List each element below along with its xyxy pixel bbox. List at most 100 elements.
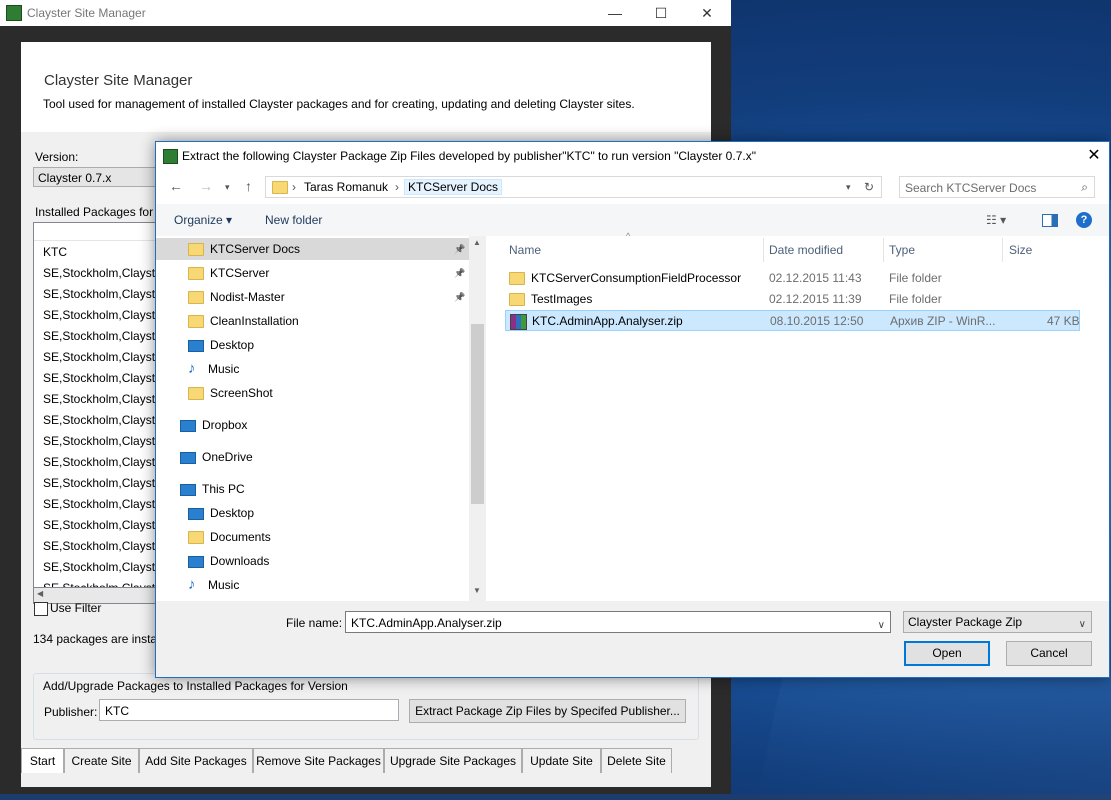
dialog-bottom-panel: File name: KTC.AdminApp.Analyser.zip ∨ C…	[156, 601, 1109, 677]
package-list-item[interactable]: SE,Stockholm,Clayste	[43, 350, 162, 364]
address-dropdown-icon[interactable]: ▾	[846, 182, 851, 193]
folder-icon	[188, 387, 204, 401]
nav-item-ktcserver[interactable]: KTCServer 📌	[156, 262, 469, 284]
open-button[interactable]: Open	[904, 641, 990, 666]
file-type-dropdown-icon[interactable]: ∨	[1079, 615, 1086, 635]
nav-item-music[interactable]: ♪ Music	[156, 358, 469, 380]
music-icon: ♪	[188, 576, 196, 593]
app-icon	[6, 5, 22, 21]
file-list-pane[interactable]: ^ Name Date modified Type Size KTCServer…	[496, 231, 1109, 601]
documents-icon	[188, 531, 204, 545]
scrollbar-thumb[interactable]	[471, 324, 484, 504]
package-list-item[interactable]: SE,Stockholm,Clayste	[43, 413, 162, 427]
package-list-item[interactable]: SE,Stockholm,Clayste	[43, 266, 162, 280]
view-options-icon[interactable]: ☷ ▾	[986, 213, 1006, 227]
package-list-item[interactable]: SE,Stockholm,Clayste	[43, 392, 162, 406]
dialog-title-bar[interactable]: Extract the following Clayster Package Z…	[156, 142, 1109, 170]
downloads-icon	[188, 555, 204, 568]
file-row[interactable]: KTCServerConsumptionFieldProcessor 02.12.…	[505, 268, 1080, 289]
pin-icon[interactable]: 📌	[454, 238, 465, 260]
nav-item-music[interactable]: ♪ Music	[156, 574, 469, 596]
nav-item-dropbox[interactable]: Dropbox	[156, 414, 469, 436]
column-header-type[interactable]: Type	[889, 243, 915, 257]
package-list-item[interactable]: SE,Stockholm,Clayste	[43, 287, 162, 301]
version-combo[interactable]: Clayster 0.7.x	[33, 167, 163, 187]
nav-item-desktop[interactable]: Desktop	[156, 502, 469, 524]
main-title-bar[interactable]: Clayster Site Manager — ☐ ✕	[0, 0, 731, 26]
scroll-left-icon[interactable]: ◀	[37, 589, 43, 598]
tab-create-site[interactable]: Create Site	[64, 748, 139, 773]
organize-button[interactable]: Organize ▾	[174, 213, 232, 227]
nav-item-onedrive[interactable]: OneDrive	[156, 446, 469, 468]
file-row[interactable]: KTC.AdminApp.Analyser.zip 08.10.2015 12:5…	[505, 310, 1080, 331]
tab-upgrade-site-packages[interactable]: Upgrade Site Packages	[384, 748, 522, 773]
nav-item-desktop[interactable]: Desktop	[156, 334, 469, 356]
minimize-button[interactable]: —	[592, 0, 638, 26]
file-row[interactable]: TestImages 02.12.2015 11:39 File folder	[505, 289, 1080, 310]
search-box[interactable]: Search KTCServer Docs ⌕	[899, 176, 1095, 198]
extract-package-button[interactable]: Extract Package Zip Files by Specifed Pu…	[409, 699, 686, 723]
dialog-close-button[interactable]: ✕	[1079, 142, 1109, 170]
cancel-button[interactable]: Cancel	[1006, 641, 1092, 666]
package-list-item[interactable]: SE,Stockholm,Clayste	[43, 371, 162, 385]
recent-locations-chevron-icon[interactable]: ▾	[225, 182, 230, 193]
search-icon[interactable]: ⌕	[1081, 180, 1088, 195]
maximize-button[interactable]: ☐	[638, 0, 684, 26]
package-list-item[interactable]: KTC	[43, 245, 67, 259]
navigation-pane-scrollbar[interactable]: ▲ ▼	[469, 236, 486, 601]
scroll-down-icon[interactable]: ▼	[473, 586, 481, 595]
filename-input[interactable]: KTC.AdminApp.Analyser.zip ∨	[345, 611, 891, 633]
file-name-cell: TestImages	[509, 289, 592, 310]
nav-item-this-pc[interactable]: This PC	[156, 478, 469, 500]
up-arrow-icon[interactable]: ↑	[245, 178, 252, 194]
publisher-input[interactable]: KTC	[99, 699, 399, 721]
nav-item-cleaninstallation[interactable]: CleanInstallation	[156, 310, 469, 332]
file-type-filter[interactable]: Clayster Package Zip ∨	[903, 611, 1092, 633]
package-list-item[interactable]: SE,Stockholm,Clayste	[43, 329, 162, 343]
nav-item-downloads[interactable]: Downloads	[156, 550, 469, 572]
filename-dropdown-icon[interactable]: ∨	[878, 615, 885, 637]
package-list-item[interactable]: SE,Stockholm,Clayste	[43, 455, 162, 469]
refresh-icon[interactable]: ↻	[864, 180, 874, 194]
filename-label: File name:	[286, 616, 343, 630]
tab-delete-site[interactable]: Delete Site	[601, 748, 672, 773]
tab-remove-site-packages[interactable]: Remove Site Packages	[253, 748, 384, 773]
tab-start[interactable]: Start	[21, 748, 64, 773]
new-folder-button[interactable]: New folder	[265, 213, 322, 227]
package-list-item[interactable]: SE,Stockholm,Clayste	[43, 308, 162, 322]
package-list-item[interactable]: SE,Stockholm,Clayste	[43, 518, 162, 532]
filename-value: KTC.AdminApp.Analyser.zip	[351, 616, 502, 630]
nav-item-screenshot[interactable]: ScreenShot	[156, 382, 469, 404]
preview-pane-icon[interactable]	[1042, 214, 1058, 227]
forward-arrow-icon[interactable]: →	[199, 178, 213, 194]
close-button[interactable]: ✕	[684, 0, 730, 26]
pin-icon[interactable]: 📌	[454, 262, 465, 284]
package-list-item[interactable]: SE,Stockholm,Clayste	[43, 434, 162, 448]
back-arrow-icon[interactable]: ←	[169, 178, 183, 194]
nav-item-label: Dropbox	[202, 418, 248, 432]
package-list-item[interactable]: SE,Stockholm,Clayste	[43, 539, 162, 553]
nav-item-ktcserver-docs[interactable]: KTCServer Docs 📌	[156, 238, 469, 260]
list-column-header[interactable]	[34, 223, 164, 241]
package-list-item[interactable]: SE,Stockholm,Clayste	[43, 497, 162, 511]
breadcrumb-item-current[interactable]: KTCServer Docs	[404, 179, 503, 195]
column-header-date[interactable]: Date modified	[769, 243, 843, 257]
package-list-item[interactable]: SE,Stockholm,Clayste	[43, 476, 162, 490]
tab-update-site[interactable]: Update Site	[522, 748, 601, 773]
file-type-cell: Архив ZIP - WinR...	[890, 314, 996, 328]
breadcrumb-item-user[interactable]: Taras Romanuk	[304, 180, 388, 194]
installed-packages-list[interactable]: KTC SE,Stockholm,Clayste SE,Stockholm,Clay…	[33, 222, 165, 589]
navigation-pane[interactable]: KTCServer Docs 📌 KTCServer 📌 Nodist-Master 📌 C…	[156, 236, 486, 601]
address-bar[interactable]: › Taras Romanuk › KTCServer Docs ▾ ↻	[265, 176, 882, 198]
column-header-name[interactable]: Name	[509, 243, 541, 257]
package-list-item[interactable]: SE,Stockholm,Clayste	[43, 560, 162, 574]
pin-icon[interactable]: 📌	[454, 286, 465, 308]
tab-add-site-packages[interactable]: Add Site Packages	[139, 748, 253, 773]
scroll-up-icon[interactable]: ▲	[473, 238, 481, 247]
nav-item-nodist-master[interactable]: Nodist-Master 📌	[156, 286, 469, 308]
sort-indicator-icon: ^	[626, 231, 631, 241]
column-header-size[interactable]: Size	[1009, 243, 1032, 257]
use-filter-checkbox[interactable]	[34, 602, 48, 616]
help-icon[interactable]: ?	[1076, 212, 1092, 228]
nav-item-documents[interactable]: Documents	[156, 526, 469, 548]
